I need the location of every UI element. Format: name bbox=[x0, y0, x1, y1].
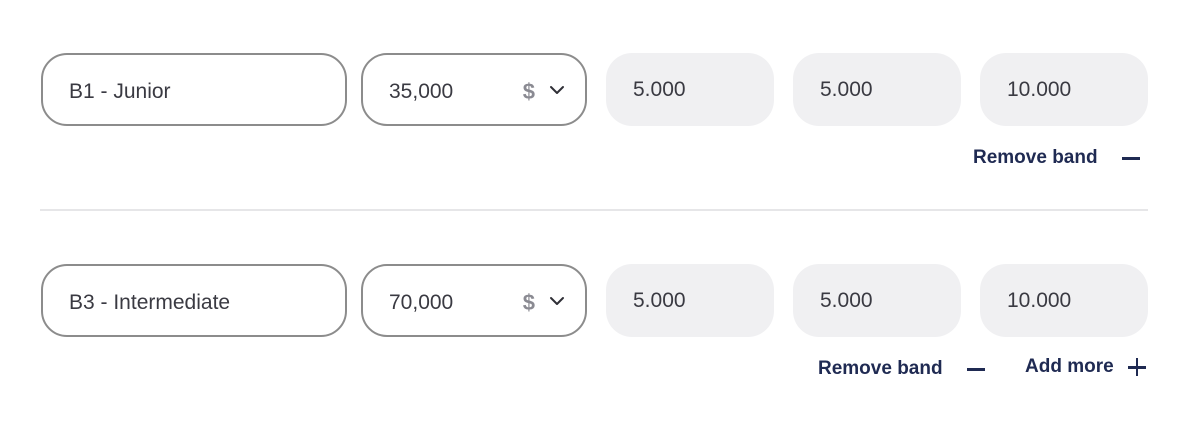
readonly-value: 5.000 bbox=[820, 78, 873, 101]
minus-icon bbox=[1121, 149, 1140, 167]
readonly-value-field: 5.000 bbox=[793, 53, 961, 126]
readonly-value-field: 10.000 bbox=[980, 264, 1148, 337]
band-name-value: B3 - Intermediate bbox=[69, 291, 231, 314]
band-divider bbox=[40, 209, 1148, 211]
readonly-value-field: 5.000 bbox=[793, 264, 961, 337]
readonly-value: 5.000 bbox=[633, 78, 686, 101]
readonly-value-field: 10.000 bbox=[980, 53, 1148, 126]
readonly-value: 10.000 bbox=[1007, 78, 1072, 101]
band-name-value: B1 - Junior bbox=[69, 80, 171, 103]
dollar-icon: $ bbox=[522, 290, 535, 315]
salary-value: 35,000 bbox=[389, 80, 454, 103]
add-more-label: Add more bbox=[1025, 356, 1114, 377]
readonly-value: 10.000 bbox=[1007, 289, 1072, 312]
dollar-icon: $ bbox=[522, 79, 535, 104]
plus-icon bbox=[1127, 358, 1146, 376]
add-more-button[interactable]: Add more bbox=[1025, 356, 1146, 378]
remove-band-label: Remove band bbox=[818, 358, 943, 379]
remove-band-button[interactable]: Remove band bbox=[818, 358, 985, 380]
band-name-input[interactable]: B1 - Junior bbox=[41, 53, 347, 126]
chevron-down-icon[interactable] bbox=[549, 296, 565, 306]
minus-icon bbox=[966, 360, 985, 378]
salary-value: 70,000 bbox=[389, 291, 454, 314]
band-name-input[interactable]: B3 - Intermediate bbox=[41, 264, 347, 337]
readonly-value: 5.000 bbox=[633, 289, 686, 312]
chevron-down-icon[interactable] bbox=[549, 85, 565, 95]
salary-currency-select[interactable]: 35,000 $ bbox=[361, 53, 587, 126]
readonly-value-field: 5.000 bbox=[606, 264, 774, 337]
remove-band-button[interactable]: Remove band bbox=[973, 147, 1140, 169]
salary-currency-select[interactable]: 70,000 $ bbox=[361, 264, 587, 337]
readonly-value: 5.000 bbox=[820, 289, 873, 312]
readonly-value-field: 5.000 bbox=[606, 53, 774, 126]
remove-band-label: Remove band bbox=[973, 147, 1098, 168]
